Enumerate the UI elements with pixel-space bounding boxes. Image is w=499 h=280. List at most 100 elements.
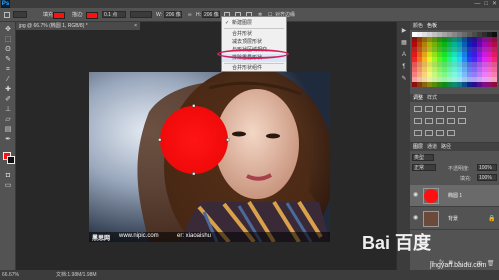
right-eye (266, 133, 280, 139)
history-icon[interactable]: ▶ (400, 28, 408, 35)
healing-tool-icon[interactable]: ✚ (3, 86, 13, 94)
pen-tool-icon[interactable]: ✒ (3, 136, 13, 144)
info-icon[interactable]: ▦ (400, 40, 408, 47)
delete-layer-icon[interactable]: 🗑 (487, 260, 495, 267)
quick-mask-icon[interactable]: ◘ (3, 172, 13, 180)
menu-separator (224, 28, 284, 29)
layer-thumbnail (423, 211, 439, 227)
width-label: W: (156, 12, 163, 18)
threshold-icon[interactable] (436, 130, 444, 136)
eyedropper-tool-icon[interactable]: ⁄ (3, 76, 13, 84)
tab-styles[interactable]: 样式 (427, 94, 437, 102)
tab-paths[interactable]: 路径 (441, 143, 451, 151)
document-image[interactable]: 黑思网 www.nipic.com er: xiaoaishu (89, 72, 330, 242)
channel-mixer-icon[interactable] (458, 118, 466, 124)
stroke-label: 描边: (72, 12, 84, 18)
hue-saturation-icon[interactable] (414, 118, 422, 124)
tab-swatches[interactable]: 色板 (427, 22, 437, 30)
baidu-jingyan-logo: Bai 百度 (362, 233, 432, 253)
minimize-button[interactable]: — (474, 0, 480, 8)
layer-row[interactable]: ◉ 椭圆 1 (410, 185, 499, 207)
height-label: H: (196, 12, 201, 18)
tool-presets-icon[interactable]: ✎ (400, 76, 408, 83)
photoshop-logo: Ps (1, 0, 10, 8)
posterize-icon[interactable] (425, 130, 433, 136)
status-bar: 66.67% 文档:1.98M/1.98M (0, 270, 499, 280)
visibility-eye-icon[interactable]: ◉ (413, 192, 419, 198)
color-balance-icon[interactable] (425, 118, 433, 124)
screen-mode-icon[interactable]: ▭ (3, 182, 13, 190)
menu-item-merge-shape-components[interactable]: 合并形状组件 (222, 64, 286, 72)
menu-bar: Ps — □ ✕ (0, 0, 499, 8)
lasso-tool-icon[interactable]: ʘ (3, 46, 13, 54)
layer-thumbnail (423, 188, 439, 204)
watermark-left: 黑思网 (92, 236, 111, 242)
swatches-grid[interactable] (412, 32, 497, 92)
paragraph-icon[interactable]: ¶ (400, 64, 408, 71)
close-tab-icon[interactable]: × (134, 22, 137, 30)
opacity-label: 不透明度: (448, 166, 470, 172)
layer-name[interactable]: 背景 (448, 215, 458, 222)
invert-icon[interactable] (414, 130, 422, 136)
document-info: 文档:1.98M/1.98M (56, 272, 97, 278)
close-window-button[interactable]: ✕ (492, 0, 497, 8)
menu-item-subtract-front-shape[interactable]: 减去顶层形状 (222, 38, 286, 46)
watermark-url: www.nipic.com (119, 233, 159, 239)
opacity-field[interactable]: 100% (477, 164, 497, 171)
marquee-tool-icon[interactable]: ⬚ (3, 36, 13, 44)
red-ellipse-shape[interactable] (160, 106, 228, 174)
width-field[interactable]: 206 像 (164, 11, 182, 18)
watermark-author: er: xiaoaishu (177, 233, 212, 239)
stroke-type-select[interactable] (130, 11, 152, 18)
eraser-tool-icon[interactable]: ▱ (3, 116, 13, 124)
fill-color-swatch[interactable] (53, 12, 65, 19)
brightness-icon[interactable] (414, 106, 422, 112)
curves-icon[interactable] (436, 106, 444, 112)
levels-icon[interactable] (425, 106, 433, 112)
tool-mode-select[interactable] (13, 11, 27, 18)
menu-item-combine-shapes[interactable]: 合并形状 (222, 30, 286, 38)
background-color-swatch[interactable] (7, 156, 15, 164)
link-icon[interactable]: ∞ (188, 11, 192, 19)
tools-panel: ✥ ⬚ ʘ ✎ ⌗ ⁄ ✚ ✐ ⊥ ▱ ▤ ✒ ◘ ▭ (0, 22, 16, 270)
tab-channels[interactable]: 通道 (427, 143, 437, 151)
gradient-tool-icon[interactable]: ▤ (3, 126, 13, 134)
height-field[interactable]: 206 像 (202, 11, 220, 18)
blend-mode-select[interactable]: 正常 (412, 164, 436, 171)
blend-opacity-row: 正常 不透明度: 100% (412, 164, 497, 172)
fill-label: 填充: (460, 176, 472, 182)
tab-adjustments[interactable]: 调整 (413, 94, 423, 102)
fill-field[interactable]: 100% (477, 174, 497, 181)
layer-name[interactable]: 椭圆 1 (448, 192, 462, 199)
visibility-eye-icon[interactable]: ◉ (413, 215, 419, 221)
black-white-icon[interactable] (436, 118, 444, 124)
stamp-tool-icon[interactable]: ⊥ (3, 106, 13, 114)
stroke-color-swatch[interactable] (86, 12, 98, 19)
layer-row[interactable]: ◉ 背景 🔒 (410, 208, 499, 230)
path-operations-menu: 新建图层 合并形状 减去顶层形状 与形状区域相交 排除重叠形状 合并形状组件 (221, 16, 287, 72)
maximize-button[interactable]: □ (484, 0, 488, 8)
tab-color[interactable]: 颜色 (413, 22, 423, 30)
gradient-map-icon[interactable] (447, 130, 455, 136)
zoom-level[interactable]: 66.67% (2, 270, 19, 280)
menu-item-new-layer[interactable]: 新建图层 (222, 19, 286, 27)
stroke-width-field[interactable]: 0.1 点 (102, 11, 126, 18)
photo-filter-icon[interactable] (447, 118, 455, 124)
portrait-photo (89, 72, 330, 242)
move-tool-icon[interactable]: ✥ (3, 26, 13, 34)
adjustments-panel-tabs: 调整 样式 (410, 94, 499, 102)
vibrance-icon[interactable] (458, 106, 466, 112)
ellipse-tool-icon[interactable] (4, 12, 10, 18)
brush-tool-icon[interactable]: ✐ (3, 96, 13, 104)
quick-select-tool-icon[interactable]: ✎ (3, 56, 13, 64)
left-eye (232, 131, 246, 137)
color-swatch[interactable] (492, 82, 497, 87)
crop-tool-icon[interactable]: ⌗ (3, 66, 13, 74)
exposure-icon[interactable] (447, 106, 455, 112)
highlight-annotation (217, 49, 289, 59)
tab-layers[interactable]: 图层 (413, 143, 423, 151)
document-tab[interactable]: jpg @ 66.7% (椭圆 1, RGB/8) * × (16, 22, 140, 30)
layer-filter-select[interactable]: 类型 (412, 154, 434, 161)
character-icon[interactable]: A (400, 52, 408, 59)
layer-filter-row: 类型 (412, 154, 497, 162)
